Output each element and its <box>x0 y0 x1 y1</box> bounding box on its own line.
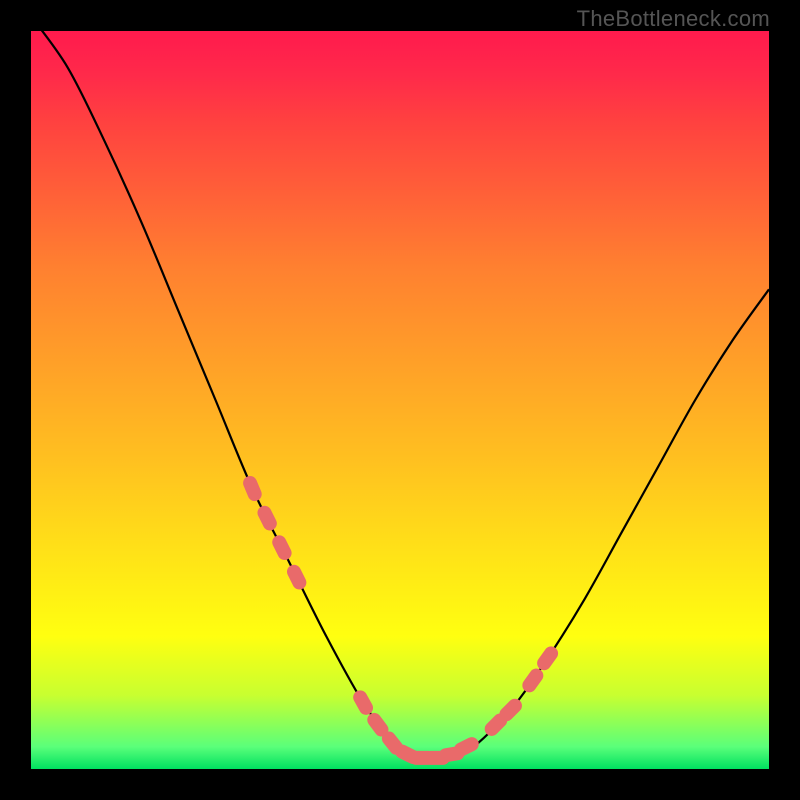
highlight-marker <box>270 533 294 563</box>
bottleneck-curve-path <box>31 16 769 758</box>
chart-frame: TheBottleneck.com <box>0 0 800 800</box>
highlight-marker <box>285 562 309 592</box>
bottleneck-curve <box>31 16 769 758</box>
chart-svg <box>31 31 769 769</box>
highlight-marker <box>241 474 264 503</box>
highlight-markers <box>241 474 561 766</box>
attribution-label: TheBottleneck.com <box>577 6 770 32</box>
highlight-marker <box>255 503 279 533</box>
highlight-marker <box>534 644 561 673</box>
highlight-marker <box>520 666 547 695</box>
highlight-marker <box>351 688 376 718</box>
